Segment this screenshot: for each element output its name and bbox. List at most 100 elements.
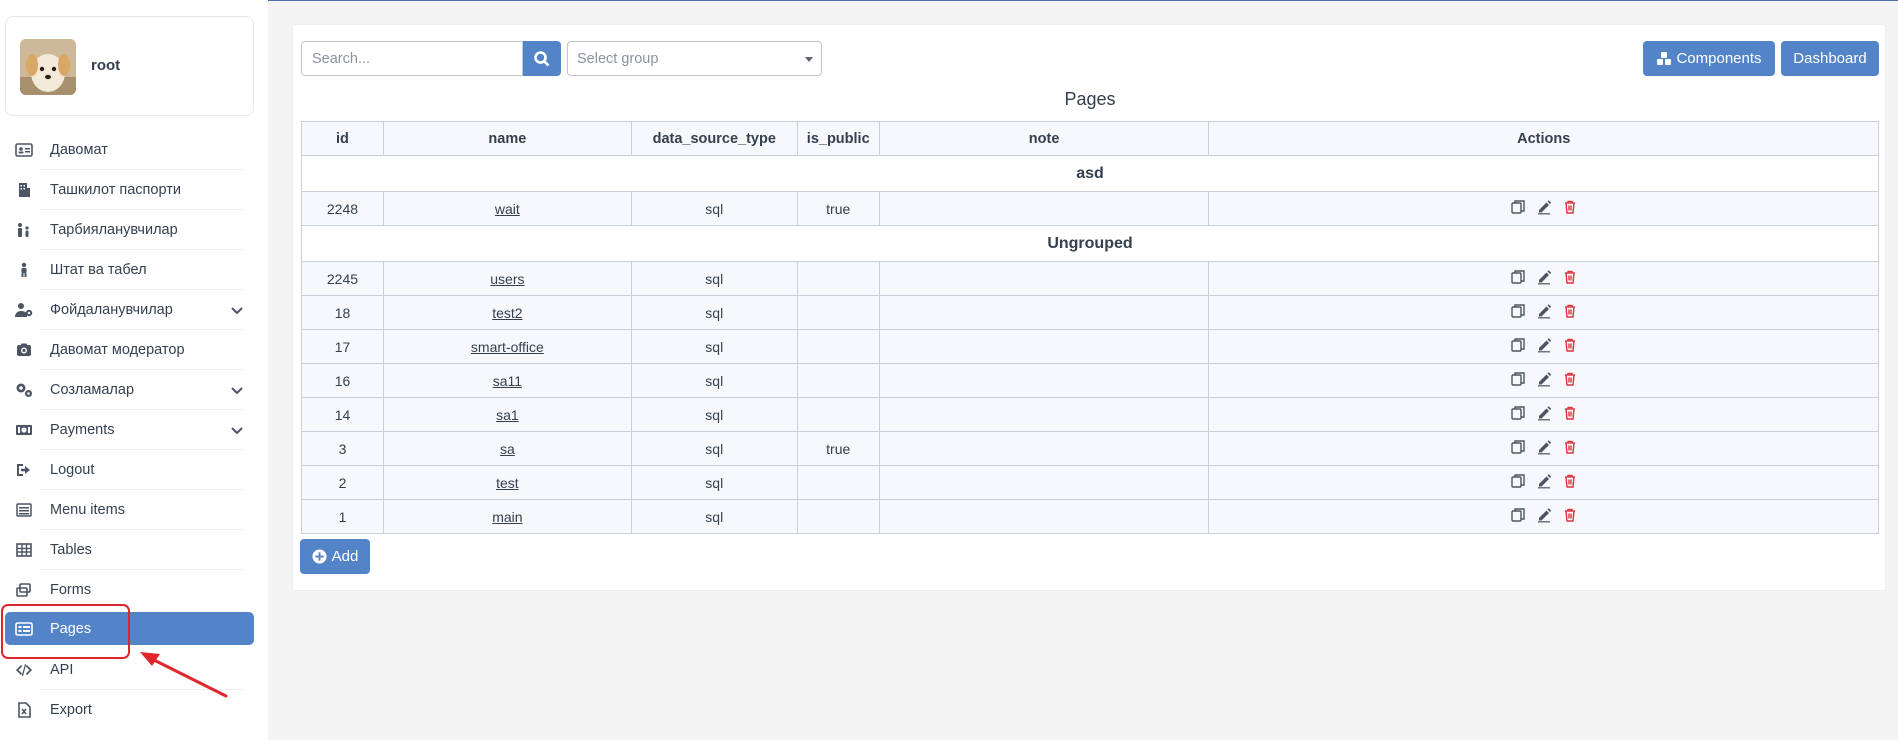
cell-id: 16	[301, 363, 384, 398]
edit-icon[interactable]	[1536, 439, 1552, 455]
cell-name: test2	[382, 295, 632, 330]
cell-note	[878, 499, 1210, 534]
delete-icon[interactable]	[1562, 405, 1578, 421]
cell-data-source-type: sql	[630, 191, 798, 226]
edit-icon[interactable]	[1536, 473, 1552, 489]
page-name-link[interactable]: wait	[495, 201, 520, 217]
cell-data-source-type: sql	[630, 397, 798, 432]
page-name-link[interactable]: sa	[500, 441, 515, 457]
page-title: Pages	[1064, 89, 1116, 109]
sidebar-item-label: Tables	[50, 542, 92, 558]
group-header-row: asd	[301, 155, 1879, 192]
search-button[interactable]	[523, 41, 561, 76]
table-row: 2245 users sql	[301, 261, 1879, 296]
copy-icon[interactable]	[1510, 371, 1526, 387]
sidebar-item-tables[interactable]: Tables	[5, 530, 254, 570]
edit-icon[interactable]	[1536, 507, 1552, 523]
sidebar-item-давомат[interactable]: Давомат	[5, 130, 254, 170]
cell-actions	[1208, 499, 1879, 534]
edit-icon[interactable]	[1536, 269, 1552, 285]
sidebar-item-label: Logout	[50, 462, 95, 478]
page-name-link[interactable]: main	[492, 509, 522, 525]
sidebar-item-тарбияланувчилар[interactable]: Тарбияланувчилар	[5, 210, 254, 250]
sidebar-item-созламалар[interactable]: Созламалар	[5, 370, 254, 410]
edit-icon[interactable]	[1536, 303, 1552, 319]
copy-icon[interactable]	[1510, 303, 1526, 319]
page-name-link[interactable]: test2	[492, 305, 522, 321]
camera-icon	[13, 341, 35, 359]
cell-id: 2245	[301, 261, 384, 296]
user-profile-card[interactable]: root	[5, 16, 254, 116]
copy-icon[interactable]	[1510, 405, 1526, 421]
group-select[interactable]: Select group	[567, 41, 822, 76]
cell-name: users	[382, 261, 632, 296]
chevron-down-icon[interactable]	[230, 423, 244, 437]
chevron-down-icon[interactable]	[230, 383, 244, 397]
copy-icon[interactable]	[1510, 439, 1526, 455]
cell-note	[878, 329, 1210, 364]
money-icon	[13, 421, 35, 439]
delete-icon[interactable]	[1562, 199, 1578, 215]
sidebar-item-payments[interactable]: Payments	[5, 410, 254, 450]
page-name-link[interactable]: users	[490, 271, 524, 287]
chevron-down-icon[interactable]	[230, 303, 244, 317]
table-row: 3 sa sql true	[301, 431, 1879, 466]
sidebar-item-menu-items[interactable]: Menu items	[5, 490, 254, 530]
code-icon	[13, 661, 35, 679]
table-icon	[13, 541, 35, 559]
dashboard-button[interactable]: Dashboard	[1781, 41, 1879, 76]
edit-icon[interactable]	[1536, 405, 1552, 421]
column-header-is-public: is_public	[796, 121, 880, 156]
delete-icon[interactable]	[1562, 507, 1578, 523]
list-icon	[13, 501, 35, 519]
top-border	[0, 0, 1898, 1]
sidebar-item-label: Созламалар	[50, 382, 135, 398]
delete-icon[interactable]	[1562, 473, 1578, 489]
cell-id: 18	[301, 295, 384, 330]
sidebar-item-label: Фойдаланувчилар	[50, 302, 173, 318]
cell-name: sa1	[382, 397, 632, 432]
delete-icon[interactable]	[1562, 439, 1578, 455]
cell-note	[878, 465, 1210, 500]
sidebar-item-label: Payments	[50, 422, 115, 438]
sidebar-item-давомат-модератор[interactable]: Давомат модератор	[5, 330, 254, 370]
copy-icon[interactable]	[1510, 337, 1526, 353]
sidebar-item-штат-ва-табел[interactable]: Штат ва табел	[5, 250, 254, 290]
cell-is-public	[796, 261, 880, 296]
group-select-placeholder: Select group	[577, 50, 659, 67]
page-name-link[interactable]: sa1	[496, 407, 519, 423]
sidebar-item-label: API	[50, 662, 74, 678]
search-icon	[534, 50, 550, 66]
copy-icon[interactable]	[1510, 269, 1526, 285]
cell-is-public: true	[796, 431, 880, 466]
pages-panel: Select group Components Dashboard Pages …	[292, 24, 1886, 591]
components-button[interactable]: Components	[1643, 41, 1775, 76]
edit-icon[interactable]	[1536, 337, 1552, 353]
sidebar-item-logout[interactable]: Logout	[5, 450, 254, 490]
edit-icon[interactable]	[1536, 199, 1552, 215]
copy-icon[interactable]	[1510, 199, 1526, 215]
sidebar-item-label: Тарбияланувчилар	[50, 222, 178, 238]
delete-icon[interactable]	[1562, 303, 1578, 319]
add-page-button[interactable]: Add	[300, 539, 370, 574]
page-name-link[interactable]: sa11	[493, 373, 522, 389]
annotation-highlight-box	[1, 604, 130, 659]
cell-is-public	[796, 295, 880, 330]
cell-actions	[1208, 397, 1879, 432]
cell-actions	[1208, 329, 1879, 364]
sidebar-item-ташкилот-паспорти[interactable]: Ташкилот паспорти	[5, 170, 254, 210]
delete-icon[interactable]	[1562, 269, 1578, 285]
avatar	[20, 39, 76, 95]
cell-id: 2248	[301, 191, 384, 226]
sidebar-item-фойдаланувчилар[interactable]: Фойдаланувчилар	[5, 290, 254, 330]
page-name-link[interactable]: smart-office	[471, 339, 544, 355]
edit-icon[interactable]	[1536, 371, 1552, 387]
search-input[interactable]	[301, 41, 523, 76]
delete-icon[interactable]	[1562, 371, 1578, 387]
copy-icon[interactable]	[1510, 473, 1526, 489]
table-row: 14 sa1 sql	[301, 397, 1879, 432]
table-body: asd 2248 wait sql true Ungrouped 2245 users sql 1…	[301, 155, 1879, 534]
page-name-link[interactable]: test	[496, 475, 519, 491]
delete-icon[interactable]	[1562, 337, 1578, 353]
copy-icon[interactable]	[1510, 507, 1526, 523]
